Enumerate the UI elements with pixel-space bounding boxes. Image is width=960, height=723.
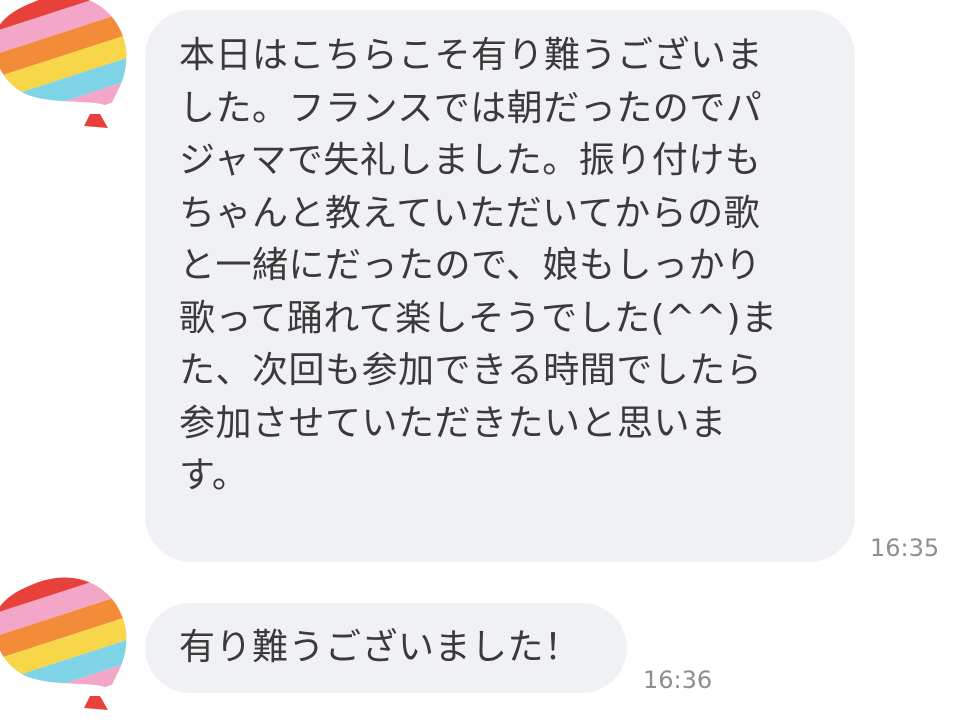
message-timestamp: 16:36 bbox=[643, 666, 713, 694]
rainbow-balloon-icon[interactable] bbox=[0, 0, 137, 138]
message-bubble[interactable]: 本日はこちらこそ有り難うございま した。フランスでは朝だったのでパ ジャマで失礼… bbox=[145, 10, 855, 562]
message-text: 本日はこちらこそ有り難うございま した。フランスでは朝だったのでパ ジャマで失礼… bbox=[179, 35, 778, 496]
chat-thread: 本日はこちらこそ有り難うございま した。フランスでは朝だったのでパ ジャマで失礼… bbox=[0, 0, 960, 723]
message-text: 有り難うございました！ bbox=[179, 627, 581, 668]
message-timestamp: 16:35 bbox=[870, 534, 940, 562]
message-bubble[interactable]: 有り難うございました！ bbox=[145, 603, 627, 693]
rainbow-balloon-icon[interactable] bbox=[0, 570, 137, 720]
